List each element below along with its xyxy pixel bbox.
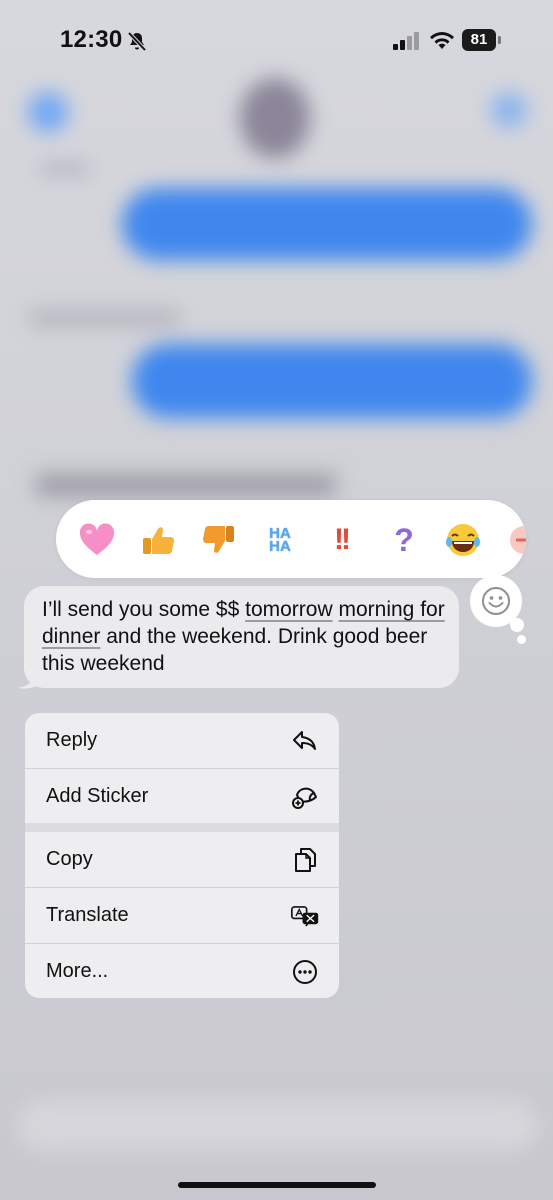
question-reaction[interactable]: ?: [382, 518, 426, 562]
haha-bottom: HA: [269, 538, 291, 555]
detected-date-link[interactable]: tomorrow: [245, 598, 333, 621]
timestamp: [30, 312, 180, 324]
menu-item-label: More...: [46, 960, 109, 982]
menu-item-reply[interactable]: Reply: [25, 713, 339, 768]
message-context-menu: Reply Add Sticker Copy Translate More...: [25, 713, 339, 998]
menu-item-translate[interactable]: Translate: [25, 888, 339, 943]
reply-icon: [291, 727, 319, 755]
haha-reaction[interactable]: HA HA: [258, 518, 302, 562]
message-text-part: I’ll send you some $$: [42, 598, 246, 621]
copy-icon: [291, 846, 319, 874]
sent-message-bubble: [132, 344, 532, 418]
more-icon: [291, 958, 319, 986]
laughing-face-reaction[interactable]: [441, 518, 485, 562]
reaction-bar: HA HA !! ?: [56, 500, 526, 578]
compose-bar: [18, 1100, 538, 1150]
selected-message-bubble: I’ll send you some $$ tomorrow morning f…: [24, 586, 459, 688]
thought-bubble-dot: [517, 635, 526, 644]
contact-avatar: [240, 78, 310, 158]
thumbs-down-icon: [203, 526, 234, 553]
menu-item-more[interactable]: More...: [25, 944, 339, 998]
battery-level: 81: [462, 29, 496, 51]
message-text: I’ll send you some $$ tomorrow morning f…: [42, 596, 445, 677]
translate-icon: [291, 902, 319, 930]
video-call-button: [491, 92, 527, 128]
thought-bubble-dot: [510, 618, 524, 632]
clock: 12:30: [60, 26, 123, 53]
battery-indicator: 81: [462, 29, 502, 51]
silent-mode-icon: [127, 31, 147, 52]
more-reactions-peek[interactable]: [502, 518, 526, 562]
thumbs-up-reaction[interactable]: [136, 518, 180, 562]
smiley-icon: [482, 587, 510, 615]
menu-item-label: Copy: [46, 848, 93, 870]
wifi-icon: [430, 32, 454, 49]
status-bar: 12:30 81: [0, 0, 553, 80]
menu-item-add-sticker[interactable]: Add Sticker: [25, 769, 339, 824]
heart-reaction[interactable]: [75, 518, 119, 562]
emphasize-reaction[interactable]: !!: [319, 518, 363, 562]
message-text-part: and the weekend. Drink good beer this we…: [42, 625, 428, 675]
battery-nub: [498, 36, 501, 44]
menu-group-separator: [25, 823, 339, 832]
menu-item-copy[interactable]: Copy: [25, 832, 339, 887]
timestamp: [40, 164, 90, 174]
menu-item-label: Translate: [46, 904, 129, 926]
sticker-icon: [291, 783, 319, 811]
thumbs-down-reaction[interactable]: [197, 518, 241, 562]
sticker-peek-icon: [510, 526, 526, 554]
sent-message-bubble: [122, 188, 532, 260]
laughing-face-icon: [446, 524, 480, 556]
cellular-signal-icon: [393, 32, 419, 50]
received-message-text: [36, 474, 336, 496]
back-button: [28, 92, 68, 132]
home-indicator[interactable]: [178, 1182, 376, 1188]
menu-item-label: Reply: [46, 729, 98, 751]
thumbs-up-icon: [143, 527, 174, 554]
menu-item-label: Add Sticker: [46, 785, 149, 807]
heart-icon: [79, 523, 115, 555]
haha-label: HA HA: [269, 526, 291, 555]
